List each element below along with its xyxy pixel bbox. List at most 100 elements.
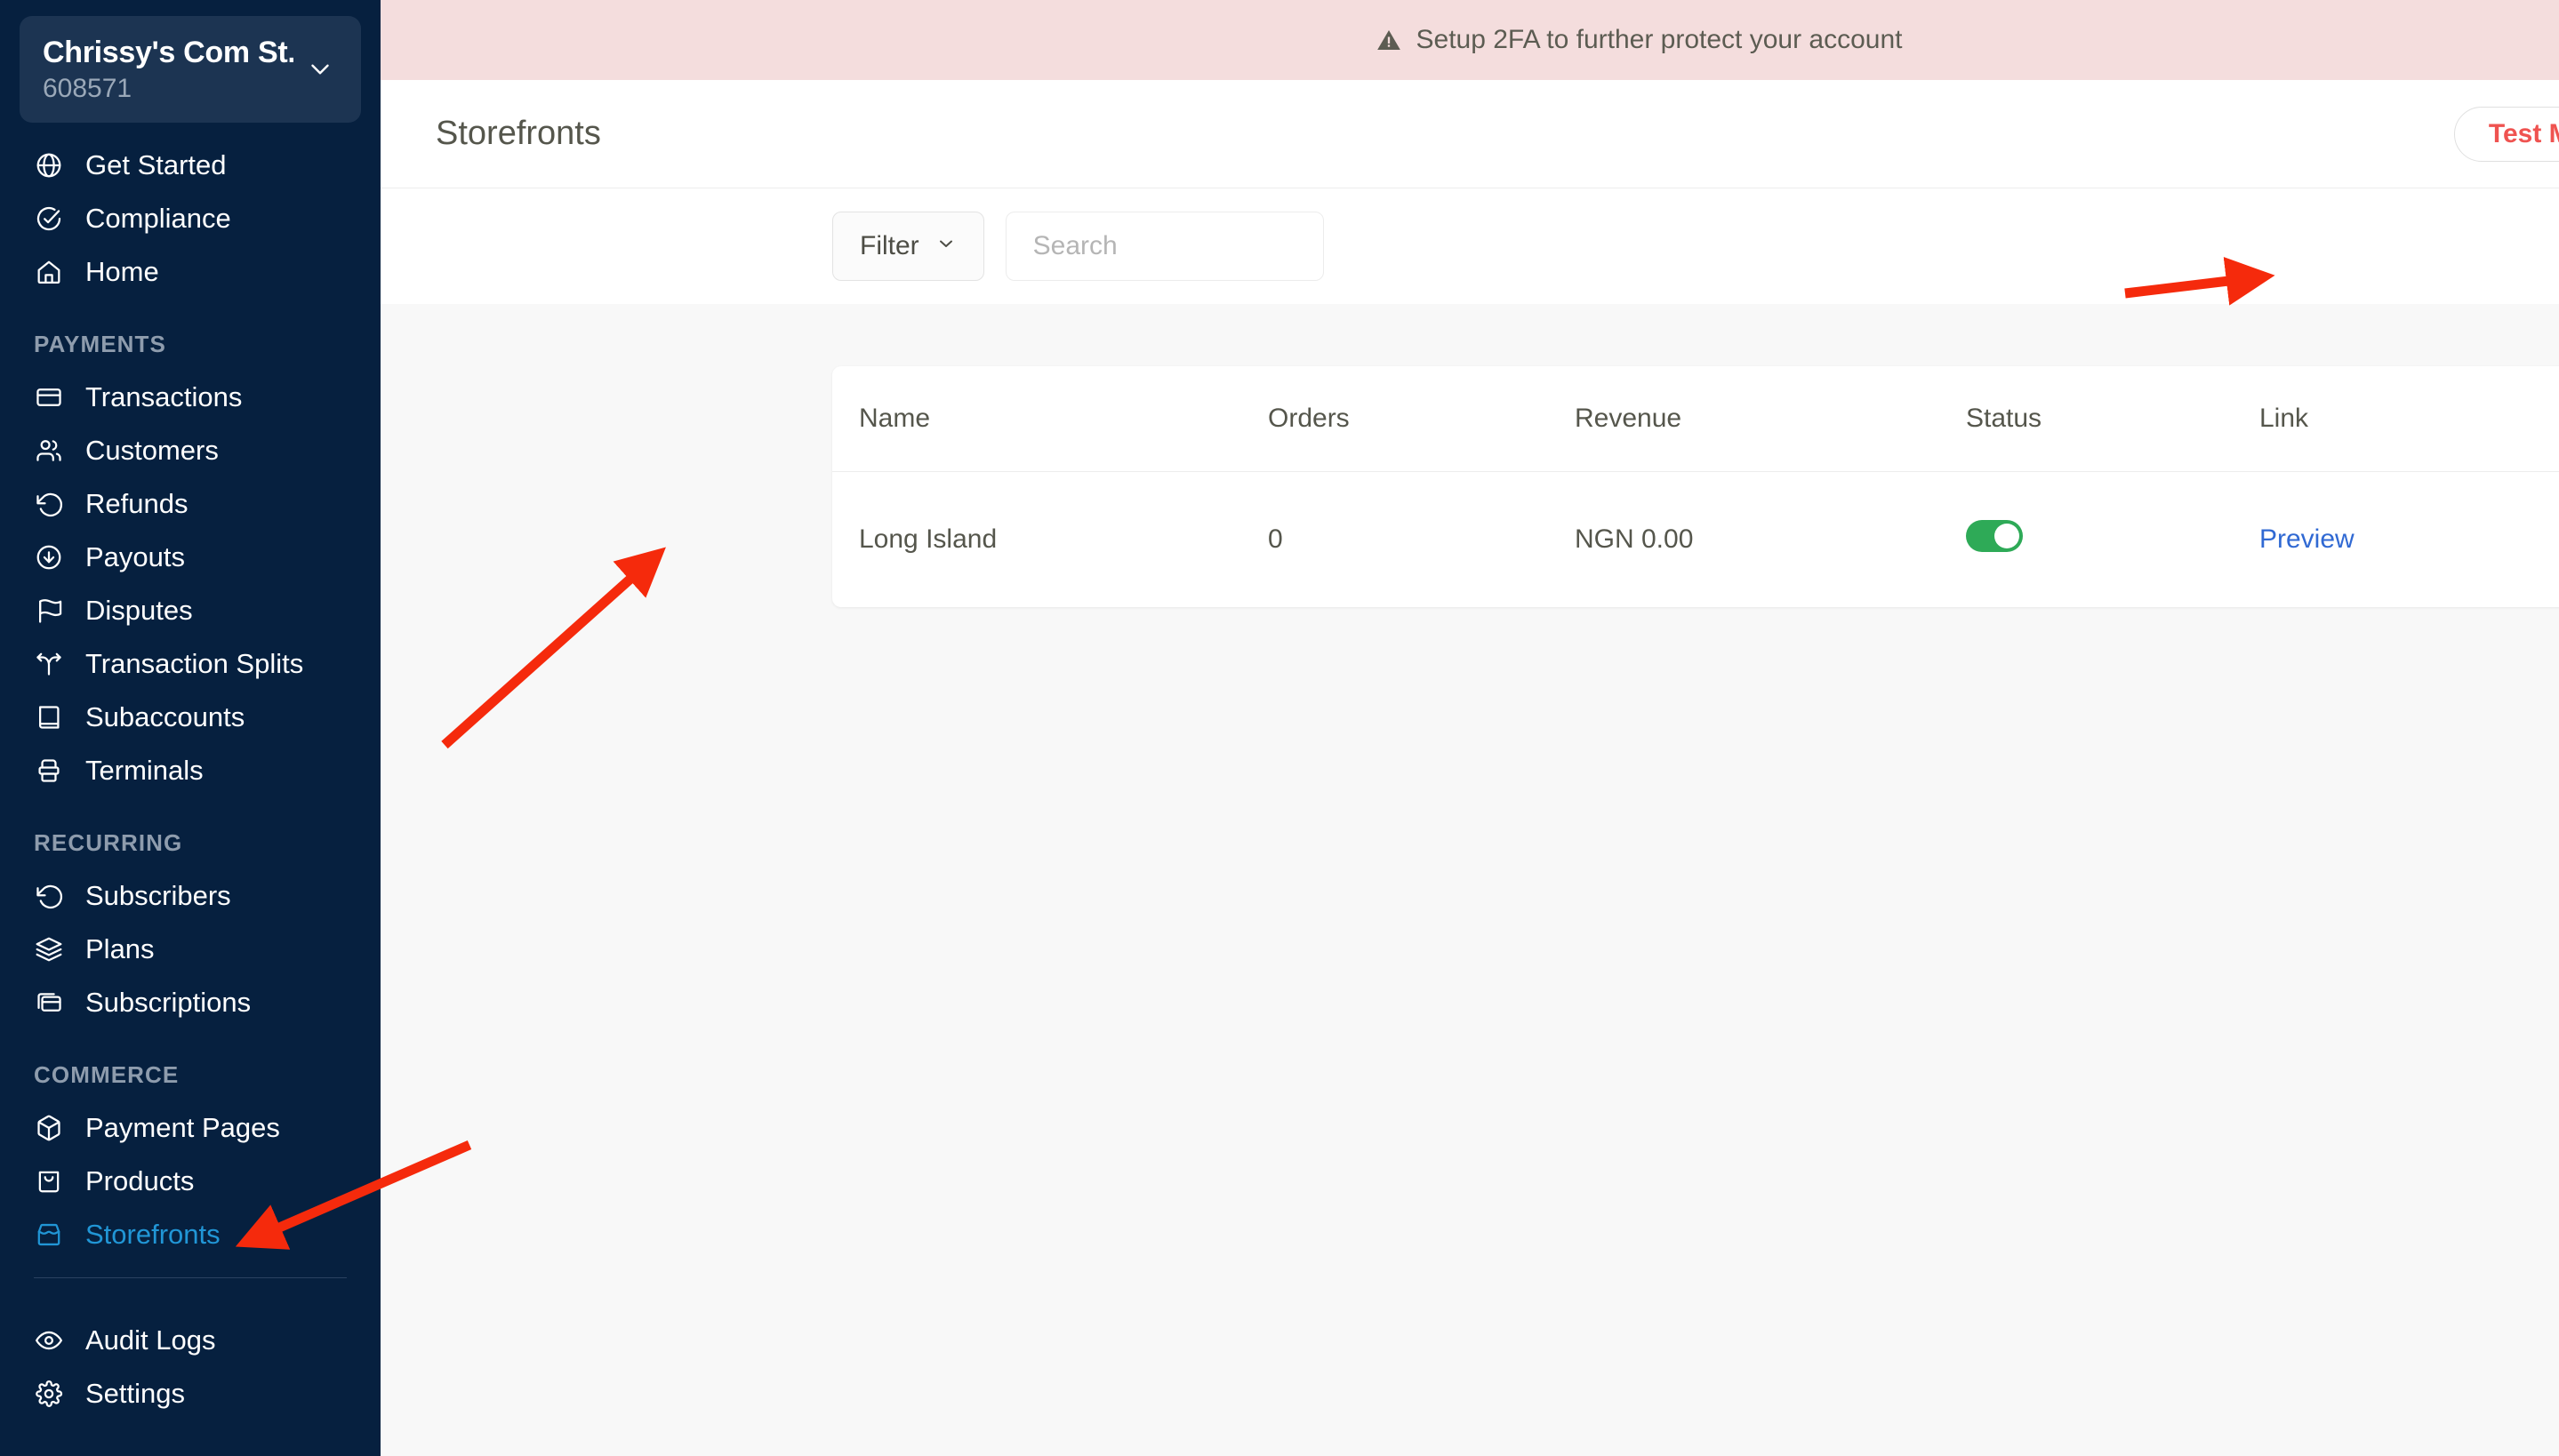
chevron-down-icon — [935, 231, 957, 261]
main-area: Setup 2FA to further protect your accoun… — [381, 0, 2559, 1456]
sidebar-item-subaccounts[interactable]: Subaccounts — [0, 691, 381, 744]
sidebar-section-payments: PAYMENTS — [34, 331, 166, 357]
sidebar-item-label: Payment Pages — [85, 1112, 280, 1143]
filter-label: Filter — [860, 231, 919, 260]
column-header-link: Link — [2259, 366, 2559, 472]
sidebar-item-payment-pages[interactable]: Payment Pages — [0, 1101, 381, 1155]
table-body: Long Island 0 NGN 0.00 Preview — [832, 472, 2559, 608]
page-title: Storefronts — [436, 115, 601, 152]
sidebar-item-label: Subscribers — [85, 880, 231, 911]
sidebar-item-disputes[interactable]: Disputes — [0, 584, 381, 637]
terminal-device-icon — [34, 756, 64, 786]
cell-orders: 0 — [1268, 524, 1283, 554]
topbar-actions: Test Mode — [2453, 106, 2559, 162]
users-icon — [34, 436, 64, 466]
cell-status — [1966, 472, 2259, 608]
sidebar-item-terminals[interactable]: Terminals — [0, 744, 381, 797]
cell-link: Preview — [2259, 472, 2559, 608]
rotate-ccw-icon — [34, 881, 64, 911]
sidebar-item-label: Transactions — [85, 381, 243, 412]
sidebar-item-label: Home — [85, 256, 159, 287]
sidebar-item-label: Disputes — [85, 595, 193, 626]
table-head: Name Orders Revenue Status Link — [832, 366, 2559, 472]
sidebar-nav: Get Started Compliance Home PAYMENTS Tra… — [0, 123, 381, 1420]
sidebar-item-label: Products — [85, 1165, 195, 1196]
eye-icon — [34, 1325, 64, 1356]
sidebar-item-transaction-splits[interactable]: Transaction Splits — [0, 637, 381, 691]
account-id: 608571 — [43, 73, 132, 103]
account-name: Chrissy's Com St... — [43, 35, 293, 69]
sidebar-item-label: Storefronts — [85, 1219, 221, 1250]
account-info: Chrissy's Com St... 608571 — [43, 36, 293, 104]
rotate-ccw-icon — [34, 489, 64, 519]
sidebar-item-audit-logs[interactable]: Audit Logs — [0, 1314, 381, 1367]
storefronts-table-card: Name Orders Revenue Status Link Long Isl… — [832, 366, 2559, 607]
toolbar: Filter New Storefront — [381, 188, 2559, 304]
preview-link[interactable]: Preview — [2259, 524, 2354, 554]
test-mode-badge[interactable]: Test Mode — [2453, 106, 2559, 162]
sidebar-item-label: Settings — [85, 1378, 186, 1409]
credit-card-icon — [34, 382, 64, 412]
sidebar-item-label: Get Started — [85, 149, 227, 180]
banner-text: Setup 2FA to further protect your accoun… — [1416, 25, 1903, 54]
sidebar-item-plans[interactable]: Plans — [0, 923, 381, 976]
table-row[interactable]: Long Island 0 NGN 0.00 Preview — [832, 472, 2559, 608]
content-area: Name Orders Revenue Status Link Long Isl… — [381, 304, 2559, 1456]
layers-icon — [34, 934, 64, 964]
column-header-name: Name — [832, 366, 1268, 472]
app-root: Chrissy's Com St... 608571 Get Started C… — [0, 0, 2559, 1456]
chevron-down-icon — [302, 52, 338, 87]
sidebar-item-label: Refunds — [85, 488, 189, 519]
sidebar-item-label: Subscriptions — [85, 987, 252, 1018]
sidebar-item-refunds[interactable]: Refunds — [0, 477, 381, 531]
sidebar-item-label: Compliance — [85, 203, 231, 234]
sidebar-item-subscriptions[interactable]: Subscriptions — [0, 976, 381, 1029]
cards-icon — [34, 988, 64, 1018]
sidebar-item-label: Customers — [85, 435, 219, 466]
warning-triangle-icon — [1376, 28, 1402, 52]
sidebar-section-commerce: COMMERCE — [34, 1061, 180, 1088]
column-header-orders: Orders — [1268, 366, 1575, 472]
split-icon — [34, 649, 64, 679]
filter-button[interactable]: Filter — [832, 212, 984, 281]
status-toggle[interactable] — [1966, 520, 2023, 552]
toggle-knob — [1994, 524, 2019, 548]
sidebar-item-label: Transaction Splits — [85, 648, 304, 679]
table-header-row: Name Orders Revenue Status Link — [832, 366, 2559, 472]
sidebar-item-label: Audit Logs — [85, 1324, 216, 1356]
sidebar-item-label: Plans — [85, 933, 155, 964]
globe-icon — [34, 150, 64, 180]
shopping-bag-icon — [34, 1166, 64, 1196]
sidebar-item-transactions[interactable]: Transactions — [0, 371, 381, 424]
cell-name: Long Island — [859, 524, 998, 554]
sidebar-item-get-started[interactable]: Get Started — [0, 139, 381, 192]
sidebar-item-products[interactable]: Products — [0, 1155, 381, 1208]
check-circle-icon — [34, 204, 64, 234]
storefront-icon — [34, 1220, 64, 1250]
account-switcher[interactable]: Chrissy's Com St... 608571 — [20, 16, 361, 123]
sidebar-item-customers[interactable]: Customers — [0, 424, 381, 477]
sidebar-section-recurring: RECURRING — [34, 829, 183, 856]
sidebar: Chrissy's Com St... 608571 Get Started C… — [0, 0, 381, 1456]
book-icon — [34, 702, 64, 732]
sidebar-item-subscribers[interactable]: Subscribers — [0, 869, 381, 923]
cell-revenue: NGN 0.00 — [1575, 524, 1694, 554]
topbar: Storefronts Test Mode — [381, 80, 2559, 188]
sidebar-item-payouts[interactable]: Payouts — [0, 531, 381, 584]
column-header-status: Status — [1966, 366, 2259, 472]
toolbar-left: Filter — [832, 212, 2559, 281]
sidebar-item-label: Terminals — [85, 755, 204, 786]
search-input[interactable] — [1005, 212, 1324, 281]
flag-icon — [34, 596, 64, 626]
sidebar-item-settings[interactable]: Settings — [0, 1367, 381, 1420]
sidebar-item-label: Subaccounts — [85, 701, 245, 732]
storefronts-table: Name Orders Revenue Status Link Long Isl… — [832, 366, 2559, 607]
sidebar-item-label: Payouts — [85, 541, 186, 572]
sidebar-item-storefronts[interactable]: Storefronts — [0, 1208, 381, 1261]
sidebar-item-compliance[interactable]: Compliance — [0, 192, 381, 245]
sidebar-item-home[interactable]: Home — [0, 245, 381, 299]
arrow-down-circle-icon — [34, 542, 64, 572]
gear-icon — [34, 1379, 64, 1409]
column-header-revenue: Revenue — [1575, 366, 1966, 472]
